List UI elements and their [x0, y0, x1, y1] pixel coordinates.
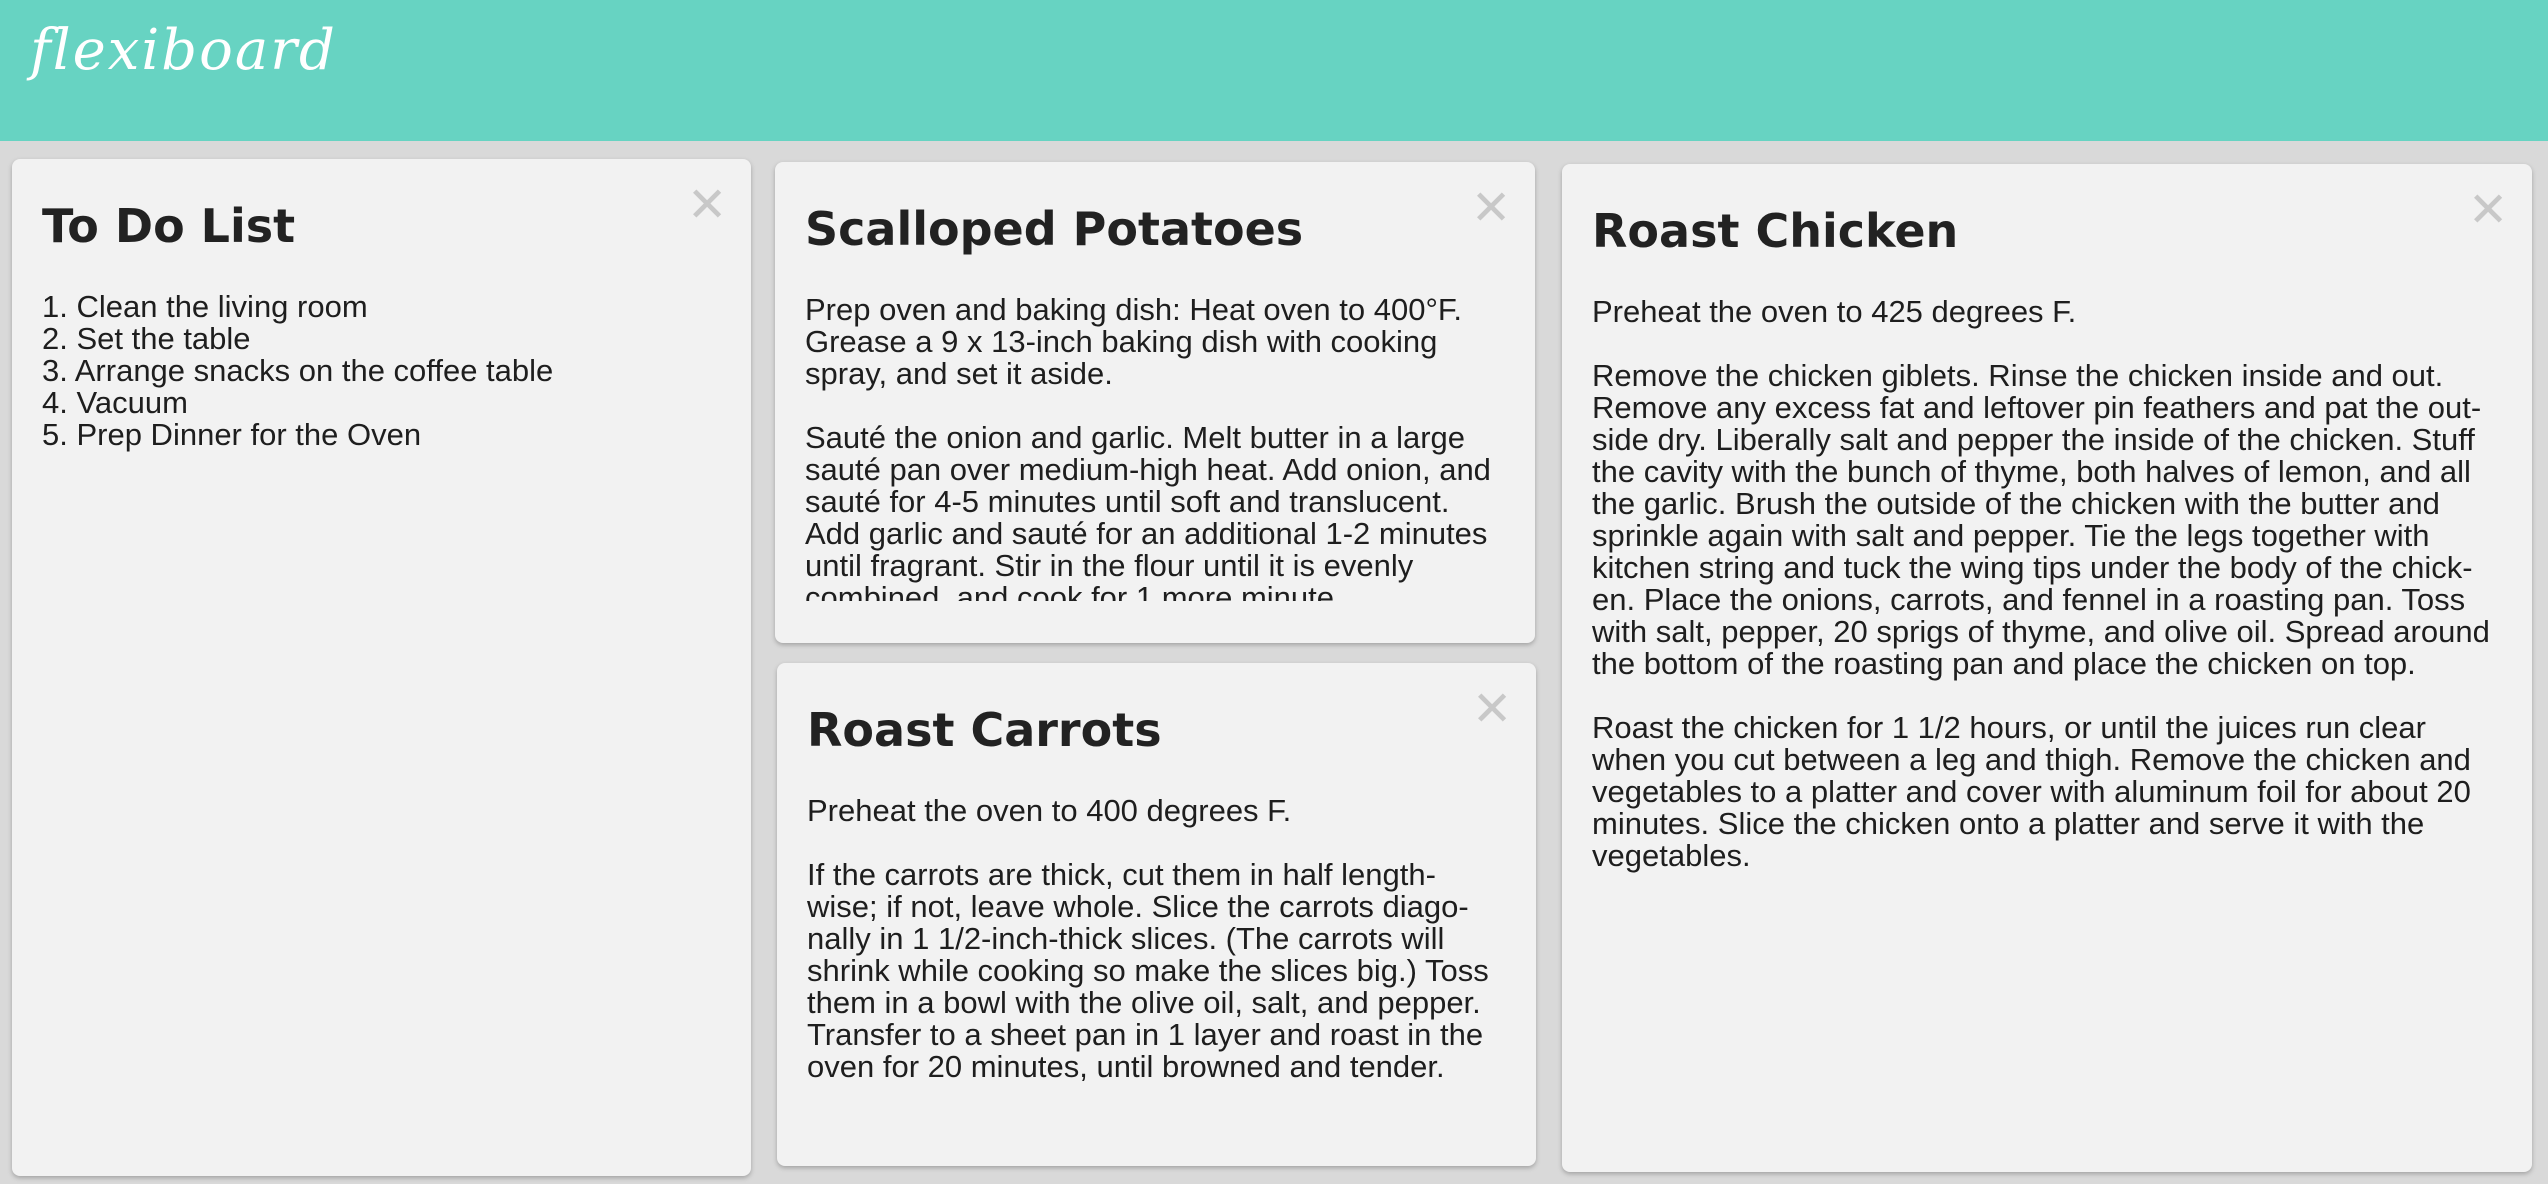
list-item: 2. Set the table	[42, 321, 251, 356]
close-icon[interactable]: ✕	[2468, 186, 2508, 234]
card-body: 1. Clean the living room 2. Set the tabl…	[42, 291, 721, 451]
card-title: Scalloped Potatoes	[805, 202, 1304, 256]
card-body: Preheat the oven to 425 degrees F. Remov…	[1592, 296, 2492, 904]
list-item: 4. Vacuum	[42, 385, 188, 420]
card-body[interactable]: Prep oven and baking dish: Heat oven to …	[805, 294, 1505, 601]
list-item: 5. Prep Dinner for the Oven	[42, 417, 422, 452]
card-title: To Do List	[42, 199, 296, 253]
card-paragraph: Preheat the oven to 400 degrees F.	[807, 793, 1292, 828]
card-title: Roast Chicken	[1592, 204, 1959, 258]
card-paragraph: Preheat the oven to 425 degrees F.	[1592, 294, 2077, 329]
card-body: Preheat the oven to 400 degrees F. If th…	[807, 795, 1506, 1115]
close-icon[interactable]: ✕	[1471, 184, 1511, 232]
card-title: Roast Carrots	[807, 703, 1162, 757]
header-bar: flexiboard	[0, 0, 2548, 141]
card-todo-list: To Do List ✕ 1. Clean the living room 2.…	[12, 159, 751, 1176]
card-roast-chicken: Roast Chicken ✕ Preheat the oven to 425 …	[1562, 164, 2532, 1172]
list-item: 3. Arrange snacks on the coffee table	[42, 353, 554, 388]
card-paragraph: If the carrots are thick, cut them in ha…	[807, 857, 1489, 1084]
close-icon[interactable]: ✕	[687, 181, 727, 229]
card-paragraph: Prep oven and baking dish: Heat oven to …	[805, 294, 1462, 391]
close-icon[interactable]: ✕	[1472, 685, 1512, 733]
card-paragraph: Roast the chicken for 1 1/2 hours, or un…	[1592, 710, 2471, 873]
list-item: 1. Clean the living room	[42, 289, 368, 324]
card-paragraph: Sauté the onion and garlic. Melt butter …	[805, 420, 1491, 602]
app-logo[interactable]: flexiboard	[30, 18, 337, 83]
card-roast-carrots: Roast Carrots ✕ Preheat the oven to 400 …	[777, 663, 1536, 1166]
card-scalloped-potatoes: Scalloped Potatoes ✕ Prep oven and bakin…	[775, 162, 1535, 643]
card-paragraph: Remove the chicken giblets. Rinse the ch…	[1592, 358, 2490, 681]
